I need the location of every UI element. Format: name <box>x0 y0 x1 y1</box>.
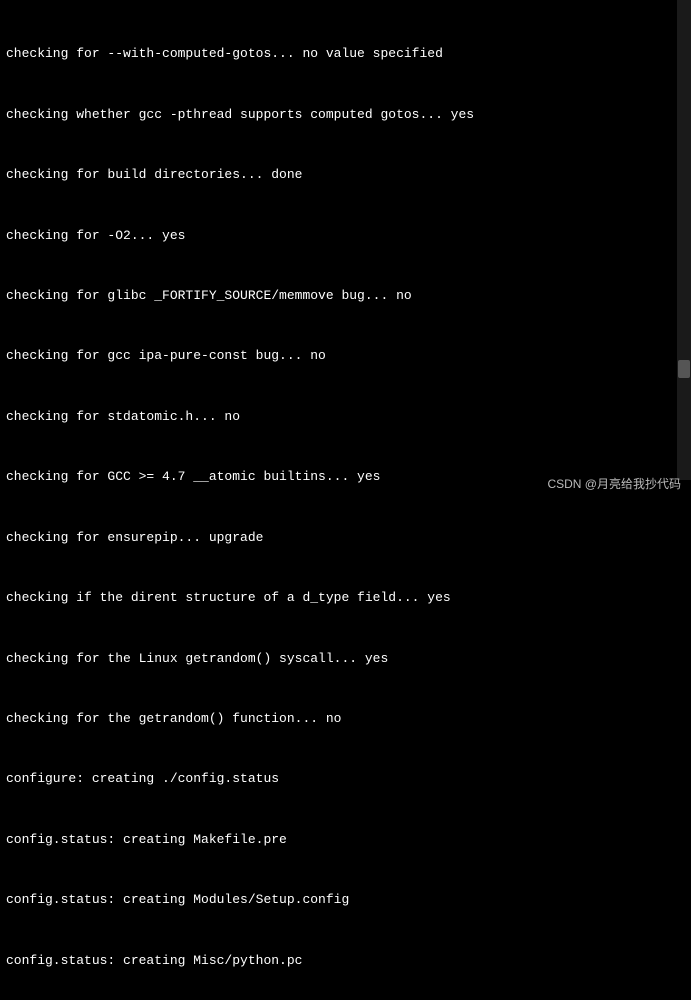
scrollbar-track[interactable] <box>677 0 691 480</box>
output-line: checking for -O2... yes <box>6 226 685 246</box>
output-line: configure: creating ./config.status <box>6 769 685 789</box>
output-line: checking for build directories... done <box>6 165 685 185</box>
output-line: checking for the getrandom() function...… <box>6 709 685 729</box>
output-line: checking for ensurepip... upgrade <box>6 528 685 548</box>
output-line: checking whether gcc -pthread supports c… <box>6 105 685 125</box>
watermark-text: CSDN @月亮给我抄代码 <box>547 475 681 494</box>
output-line: checking for the Linux getrandom() sysca… <box>6 649 685 669</box>
output-line: config.status: creating Modules/Setup.co… <box>6 890 685 910</box>
output-line: checking for glibc _FORTIFY_SOURCE/memmo… <box>6 286 685 306</box>
terminal-output: checking for --with-computed-gotos... no… <box>6 4 685 1000</box>
output-line: checking for gcc ipa-pure-const bug... n… <box>6 346 685 366</box>
output-line: checking for stdatomic.h... no <box>6 407 685 427</box>
output-line: checking if the dirent structure of a d_… <box>6 588 685 608</box>
output-line: checking for --with-computed-gotos... no… <box>6 44 685 64</box>
scrollbar-thumb[interactable] <box>678 360 690 378</box>
output-line: config.status: creating Makefile.pre <box>6 830 685 850</box>
output-line: config.status: creating Misc/python.pc <box>6 951 685 971</box>
